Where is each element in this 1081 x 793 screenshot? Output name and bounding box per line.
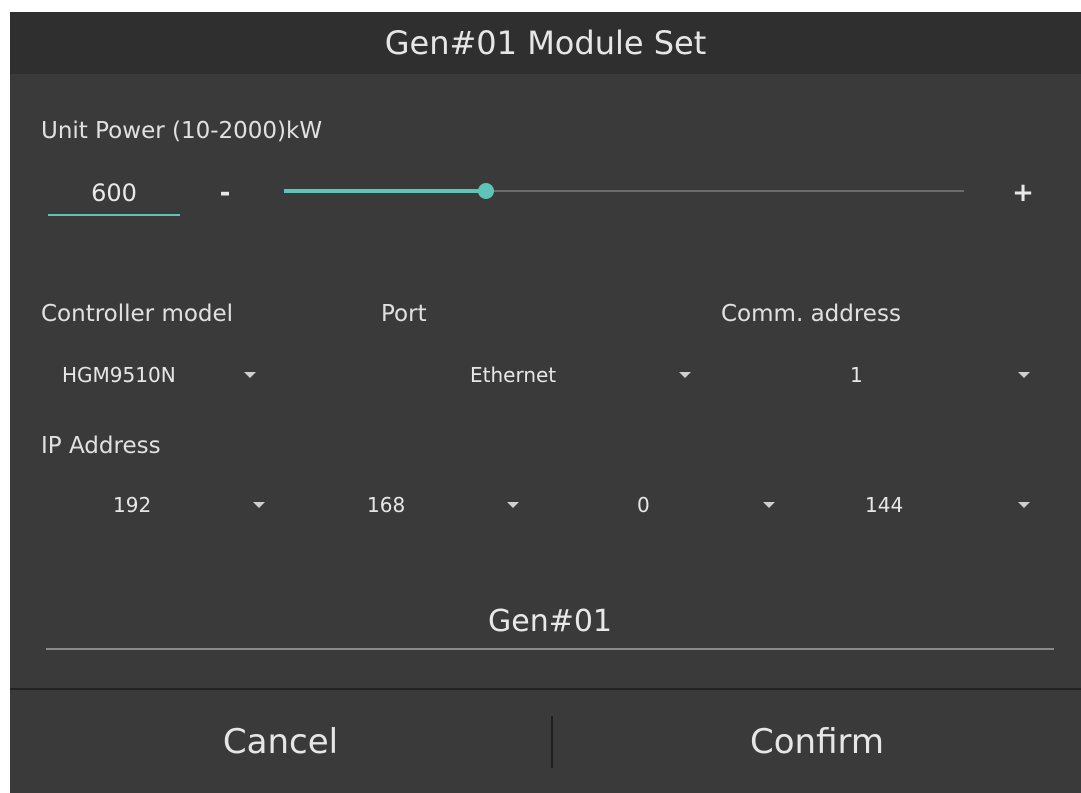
ip-octet-1-select[interactable]: 192 <box>41 485 281 525</box>
module-set-dialog: Gen#01 Module Set Unit Power (10-2000)kW… <box>10 12 1081 793</box>
unit-power-slider[interactable] <box>284 178 964 204</box>
ip-octet-1-value: 192 <box>113 493 152 517</box>
screen: Gen#01 Module Set Unit Power (10-2000)kW… <box>0 0 1081 793</box>
dialog-footer: Cancel Confirm <box>10 688 1081 793</box>
controller-model-select[interactable]: HGM9510N <box>41 355 271 395</box>
cancel-button[interactable]: Cancel <box>10 690 551 793</box>
comm-address-label: Comm. address <box>721 301 901 327</box>
port-value: Ethernet <box>470 363 557 387</box>
ip-octet-3-value: 0 <box>637 493 650 517</box>
dialog-title-bar: Gen#01 Module Set <box>10 12 1081 74</box>
ip-octet-3-select[interactable]: 0 <box>570 485 790 525</box>
port-label: Port <box>381 301 427 327</box>
ip-octet-4-select[interactable]: 144 <box>830 485 1040 525</box>
comm-address-value: 1 <box>850 363 863 387</box>
confirm-button[interactable]: Confirm <box>553 690 1081 793</box>
controller-model-value: HGM9510N <box>62 363 176 387</box>
increase-power-button[interactable]: + <box>1008 178 1038 208</box>
port-select[interactable]: Ethernet <box>410 355 700 395</box>
ip-octet-2-select[interactable]: 168 <box>310 485 530 525</box>
ip-octet-4-value: 144 <box>865 493 904 517</box>
chevron-down-icon <box>763 502 775 508</box>
comm-address-select[interactable]: 1 <box>730 355 1040 395</box>
ip-octet-2-value: 168 <box>367 493 406 517</box>
chevron-down-icon <box>679 372 691 378</box>
controller-model-label: Controller model <box>41 301 234 327</box>
chevron-down-icon <box>1018 502 1030 508</box>
unit-power-input[interactable]: 600 <box>48 172 180 216</box>
chevron-down-icon <box>253 502 265 508</box>
slider-thumb[interactable] <box>477 183 494 199</box>
ip-address-label: IP Address <box>41 433 161 459</box>
decrease-power-button[interactable]: - <box>210 178 240 208</box>
slider-fill <box>284 189 486 193</box>
chevron-down-icon <box>1018 372 1030 378</box>
chevron-down-icon <box>244 372 256 378</box>
module-name-input[interactable]: Gen#01 <box>46 594 1054 650</box>
dialog-title: Gen#01 Module Set <box>384 24 707 62</box>
chevron-down-icon <box>507 502 519 508</box>
unit-power-label: Unit Power (10-2000)kW <box>41 118 323 144</box>
